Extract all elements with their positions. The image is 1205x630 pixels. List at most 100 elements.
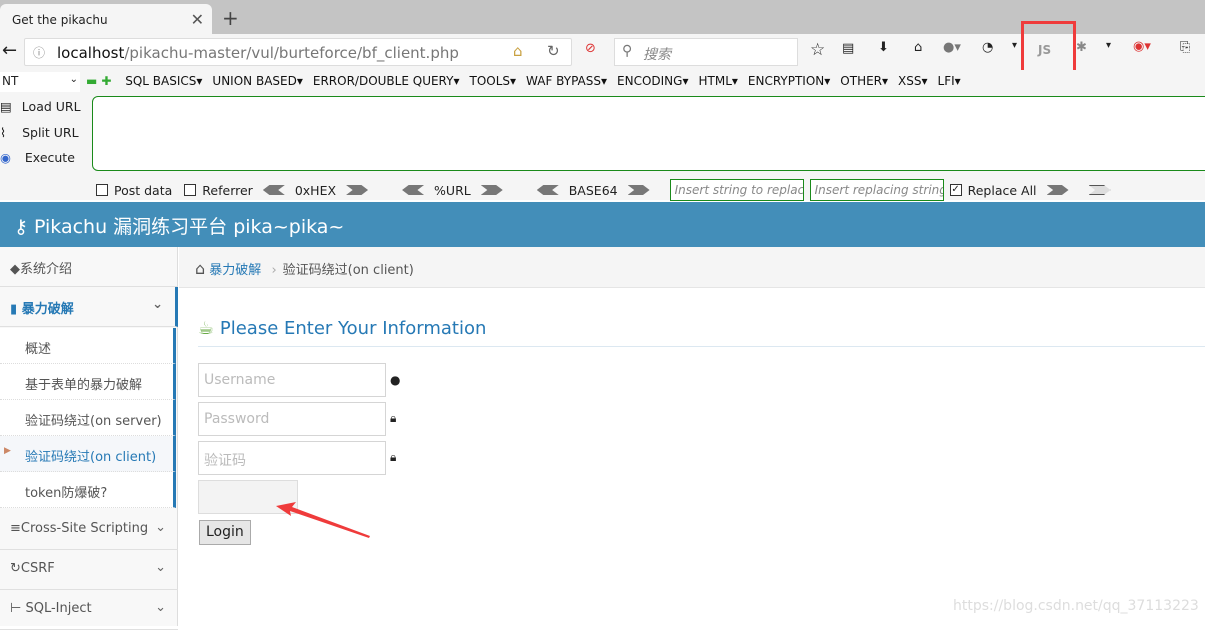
breadcrumb-parent[interactable]: 暴力破解	[209, 263, 261, 278]
bookmark-star-icon[interactable]: ☆	[810, 40, 825, 60]
replace-next-arrow[interactable]	[1088, 185, 1111, 195]
form-title: ☕ Please Enter Your Information	[198, 318, 1205, 347]
chevron-down-icon: ⌄	[69, 74, 78, 85]
url-encode-arrow[interactable]	[480, 185, 503, 195]
url-path: /pikachu-master/vul/burteforce/bf_client…	[124, 44, 459, 62]
base64-decode-arrow[interactable]	[536, 185, 559, 195]
download-icon[interactable]: ⬇	[878, 40, 889, 55]
username-input[interactable]: Username	[198, 363, 386, 397]
password-input[interactable]: Password	[198, 402, 386, 436]
lock-icon: 🔒︎	[390, 450, 397, 464]
menu-sql-basics[interactable]: SQL BASICS▾	[125, 74, 202, 88]
hex-decode-arrow[interactable]	[262, 185, 285, 195]
sidebar-item-sqli[interactable]: ⊢ SQL-Inject ⌄	[0, 590, 178, 630]
sidebar-sub-token[interactable]: token防爆破?	[0, 472, 176, 508]
list-icon: ≡	[10, 521, 21, 536]
menu-encoding[interactable]: ENCODING▾	[617, 74, 688, 88]
home-icon: ⌂	[195, 259, 206, 278]
noscript-icon[interactable]: ⊘	[585, 41, 596, 56]
tag-icon: ◆	[10, 262, 20, 277]
menu-tools[interactable]: TOOLS▾	[469, 74, 516, 88]
search-input[interactable]: ⚲ 搜索	[614, 38, 798, 66]
menu-html[interactable]: HTML▾	[698, 74, 737, 88]
plug-icon: ⊢	[10, 601, 22, 616]
chevron-down-icon: ⌄	[155, 560, 166, 575]
url-bar[interactable]: ⓘ localhost/pikachu-master/vul/burteforce…	[24, 38, 572, 66]
menu-xss[interactable]: XSS▾	[898, 74, 927, 88]
globe-icon[interactable]: ●▾	[943, 40, 961, 55]
replacing-string-input[interactable]: Insert replacing string	[809, 179, 944, 201]
new-tab-button[interactable]: +	[222, 6, 239, 30]
sidebar-label: CSRF	[20, 561, 55, 576]
base64-label: BASE64	[568, 182, 618, 198]
execute-icon: ◉	[0, 150, 11, 165]
home-icon[interactable]: ⌂	[513, 42, 523, 60]
sidebar-sub-overview[interactable]: 概述	[0, 328, 176, 364]
breadcrumb: ⌂ 暴力破解 › 验证码绕过(on client)	[179, 247, 1205, 288]
menu-encryption[interactable]: ENCRYPTION▾	[748, 74, 830, 88]
minus-icon[interactable]: ▬	[86, 74, 97, 88]
split-url-button[interactable]: ⌇ Split URL	[0, 125, 79, 140]
lock-icon: ▮	[10, 302, 18, 317]
watermark: https://blog.csdn.net/qq_37113223	[953, 598, 1199, 614]
menu-error-double-query[interactable]: ERROR/DOUBLE QUERY▾	[313, 74, 460, 88]
execute-label: Execute	[24, 150, 75, 165]
cookie-icon[interactable]: ◔	[982, 40, 993, 55]
referrer-label: Referrer	[202, 182, 253, 198]
replace-arrow[interactable]	[1046, 185, 1069, 195]
load-url-label: Load URL	[21, 99, 81, 114]
site-title[interactable]: Pikachu 漏洞练习平台 pika~pika~	[34, 216, 344, 238]
sidebar-item-intro[interactable]: ◆系统介绍	[0, 247, 178, 287]
sidebar-item-bruteforce[interactable]: ▮ 暴力破解 ⌄	[0, 287, 178, 327]
close-tab-icon[interactable]: ✕	[191, 10, 204, 29]
hackbar-url-textarea[interactable]	[92, 96, 1205, 171]
menu-waf-bypass[interactable]: WAF BYPASS▾	[526, 74, 607, 88]
dropdown-icon[interactable]: ▾	[1106, 40, 1111, 51]
base64-encode-arrow[interactable]	[627, 185, 650, 195]
sub-label: token防爆破?	[25, 486, 108, 501]
sidebar-sub-client-active[interactable]: ▶ 验证码绕过(on client)	[0, 436, 176, 472]
execute-button[interactable]: ◉ Execute	[0, 150, 75, 165]
post-data-checkbox[interactable]	[96, 184, 108, 196]
sidebar-sub-form[interactable]: 基于表单的暴力破解	[0, 364, 176, 400]
replace-string-input[interactable]: Insert string to replace	[669, 179, 804, 201]
menu-lfi[interactable]: LFI▾	[938, 74, 961, 88]
plus-icon[interactable]: ✚	[101, 74, 111, 88]
reading-list-icon[interactable]: ▤	[842, 41, 854, 56]
tab-title: Get the pikachu	[12, 13, 108, 27]
browser-tab[interactable]: Get the pikachu ✕	[0, 4, 212, 34]
home-toolbar-icon[interactable]: ⌂	[914, 40, 922, 55]
info-icon[interactable]: ⓘ	[33, 44, 45, 61]
sidebar-label: 暴力破解	[21, 302, 74, 317]
breadcrumb-separator-icon: ›	[271, 263, 277, 278]
select-value: NT	[2, 74, 19, 88]
menu-union-based[interactable]: UNION BASED▾	[212, 74, 302, 88]
chevron-down-icon: ⌄	[155, 520, 166, 535]
sub-label: 验证码绕过(on server)	[25, 414, 162, 429]
active-marker-icon: ▶	[4, 446, 11, 456]
dropdown-icon[interactable]: ▾	[1012, 40, 1017, 51]
screenshot-icon[interactable]: ⎘	[1180, 40, 1190, 55]
captcha-input[interactable]: 验证码	[198, 441, 386, 475]
referrer-checkbox[interactable]	[184, 184, 197, 196]
search-icon: ⚲	[622, 43, 633, 59]
replace-all-checkbox[interactable]: ✓	[949, 184, 962, 196]
sidebar-item-csrf[interactable]: ↻CSRF ⌄	[0, 550, 178, 590]
bug-icon[interactable]: ✱	[1076, 40, 1087, 55]
hackbar-select[interactable]: NT ⌄	[0, 72, 80, 92]
menu-other[interactable]: OTHER▾	[840, 74, 888, 88]
sidebar-sub-server[interactable]: 验证码绕过(on server)	[0, 400, 176, 436]
back-icon[interactable]: ←	[2, 40, 17, 61]
load-url-button[interactable]: ▤ Load URL	[0, 99, 81, 114]
sidebar-label: SQL-Inject	[25, 601, 92, 616]
hex-encode-arrow[interactable]	[346, 185, 369, 195]
url-decode-arrow[interactable]	[402, 185, 425, 195]
hex-label: 0xHEX	[294, 182, 337, 198]
login-button[interactable]: Login	[199, 520, 251, 545]
sub-label: 基于表单的暴力破解	[25, 378, 143, 393]
reload-icon[interactable]: ↻	[547, 42, 560, 60]
coffee-icon: ☕	[198, 318, 215, 339]
addon-icon[interactable]: ◉▾	[1133, 39, 1151, 54]
sidebar-item-xss[interactable]: ≡Cross-Site Scripting ⌄	[0, 510, 178, 550]
lock-icon: 🔒︎	[390, 411, 397, 425]
